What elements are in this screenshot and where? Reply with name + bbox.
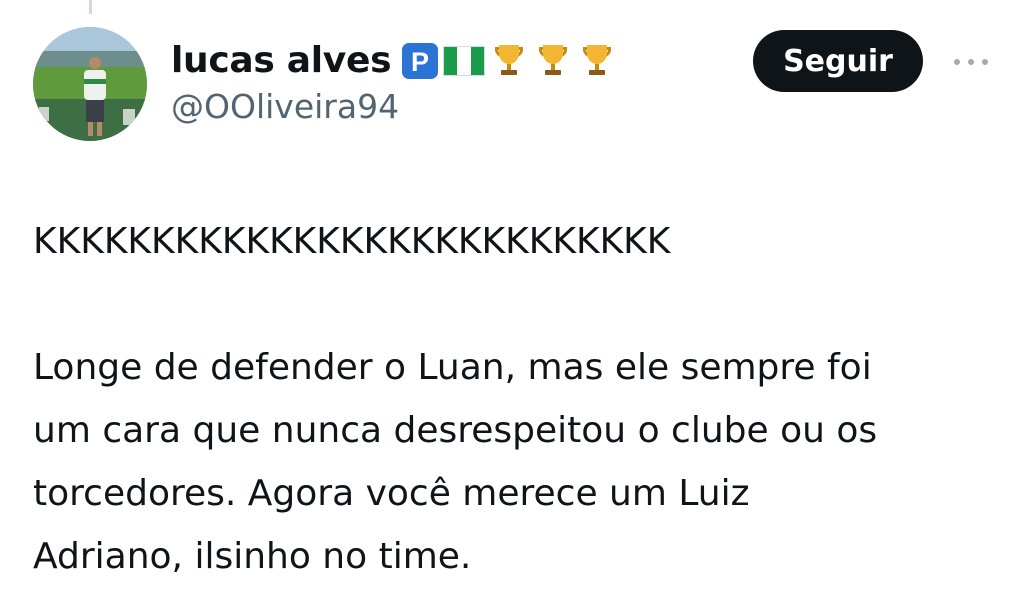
tweet-text: KKKKKKKKKKKKKKKKKKKKKKKKKKK Longe de def… (33, 221, 878, 577)
author-badges: P (401, 41, 621, 81)
more-dots-icon (954, 59, 988, 65)
trophy-icon (533, 41, 573, 81)
thread-connector-line (89, 0, 92, 14)
author-name-row: lucas alves P (171, 33, 621, 89)
avatar[interactable] (33, 27, 147, 141)
trophy-icon (577, 41, 617, 81)
nigeria-flag-icon (443, 46, 486, 76)
follow-button[interactable]: Seguir (753, 30, 923, 92)
author-handle[interactable]: @OOliveira94 (171, 87, 399, 127)
svg-text:P: P (411, 47, 429, 77)
author-display-name[interactable]: lucas alves (171, 43, 392, 79)
parking-p-icon: P (401, 42, 439, 80)
trophy-icon (489, 41, 529, 81)
more-options-button[interactable] (946, 47, 996, 77)
